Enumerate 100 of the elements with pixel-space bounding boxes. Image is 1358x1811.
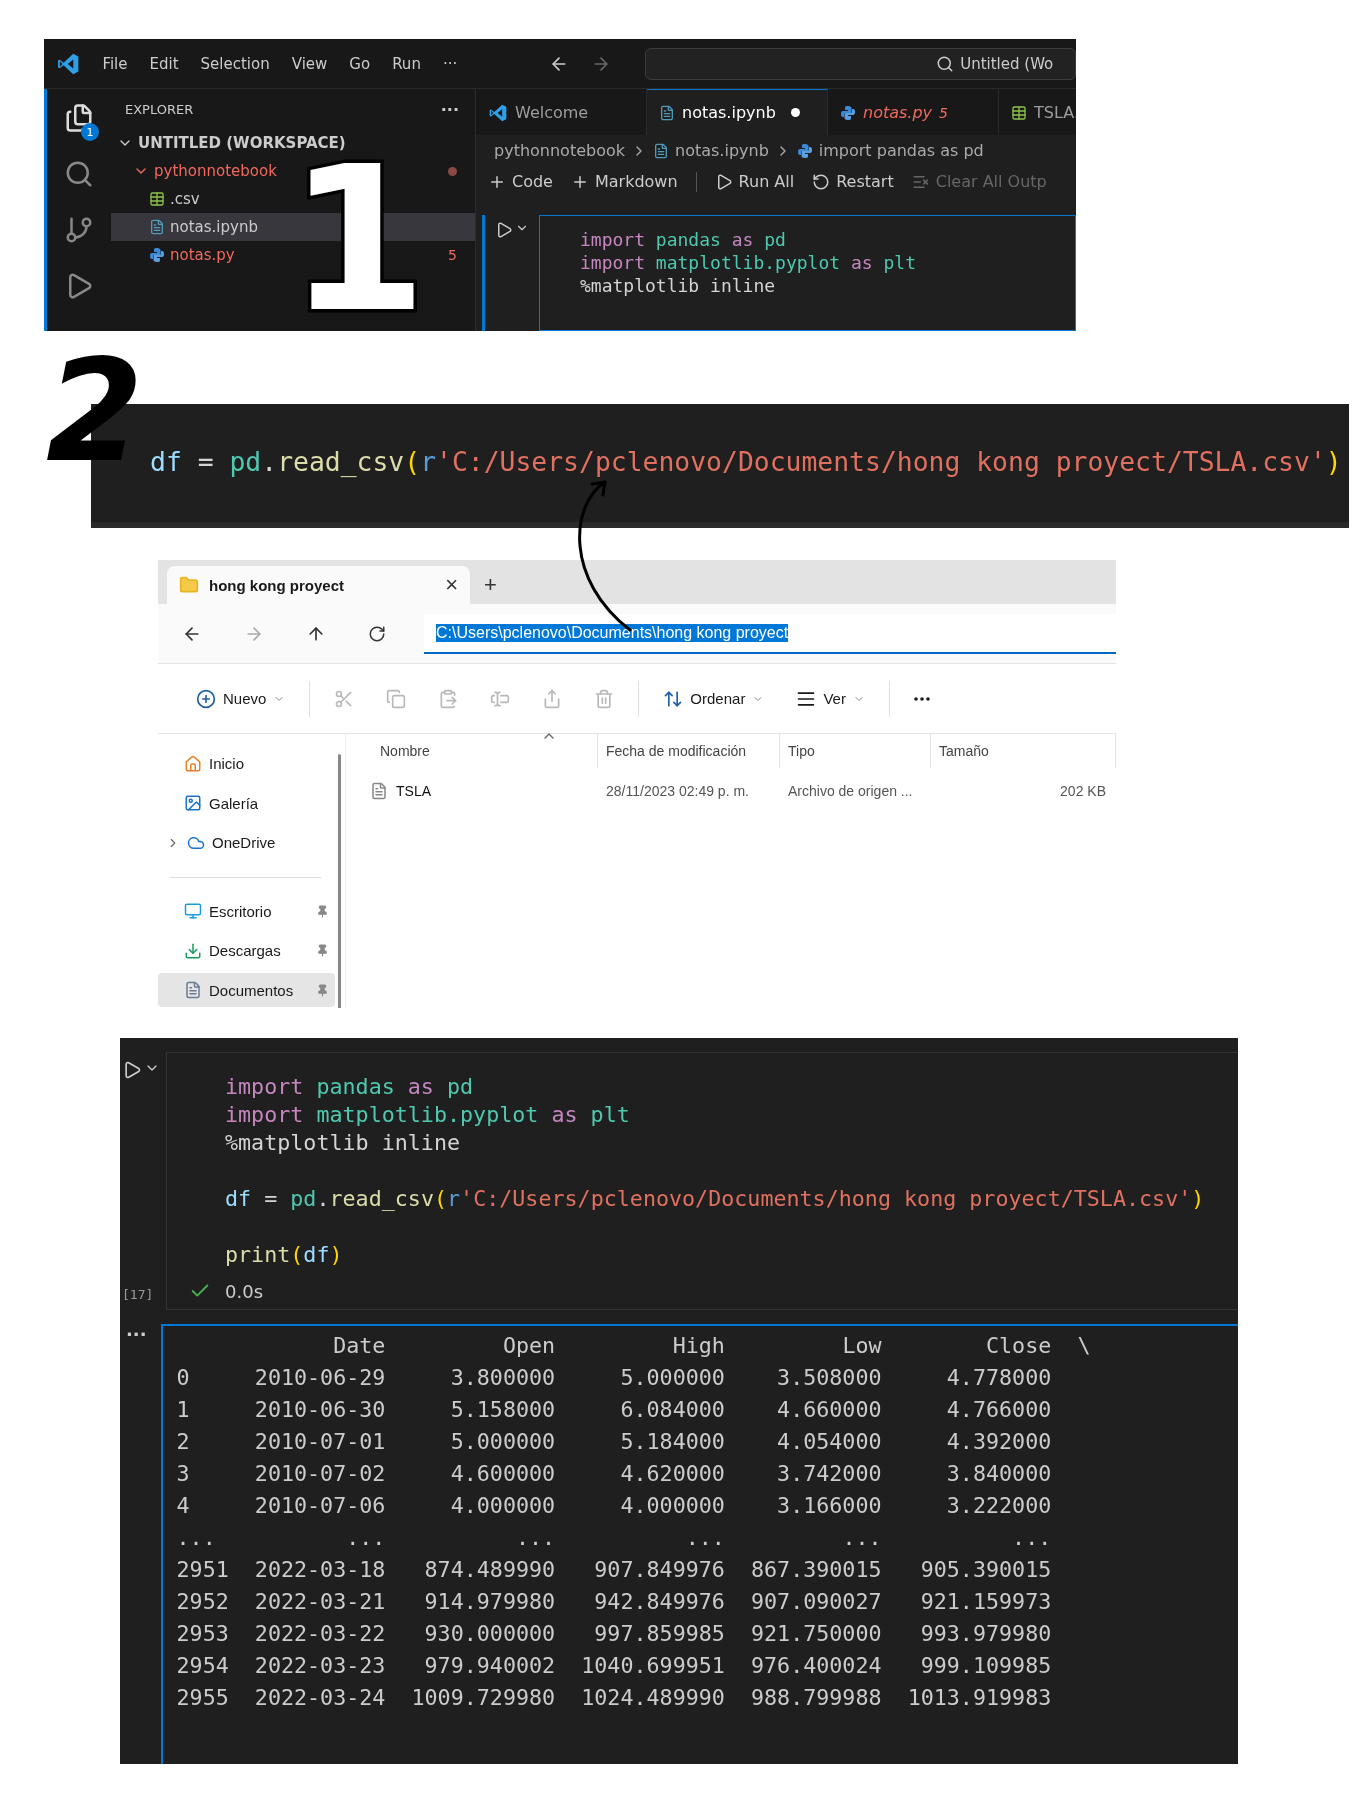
table-cell-text: 976.400024 [749, 1652, 882, 1680]
table-cell-text: ... [345, 1524, 386, 1552]
table-cell-text: 5.000000 [449, 1428, 556, 1456]
table-cell-text: 3.508000 [776, 1364, 882, 1392]
menu-item[interactable]: ··· [442, 54, 458, 73]
branch-icon[interactable] [64, 215, 94, 245]
table-cell-text: 4.766000 [945, 1396, 1052, 1424]
table-cell-text: 2022-03-22 [253, 1620, 386, 1648]
play-icon [122, 1060, 142, 1080]
file-name: .csv [170, 190, 200, 208]
menu-item[interactable]: Edit [149, 54, 179, 73]
pin-icon [316, 944, 329, 958]
table-cell-text: 2022-03-21 [253, 1588, 386, 1616]
column-header: \ [1076, 1332, 1091, 1360]
monitor-icon [184, 902, 202, 921]
table-cell-text: 2010-07-06 [253, 1492, 386, 1520]
column-header: Close [985, 1332, 1052, 1360]
code-line: df = pd.read_csv(r'C:/Users/pclenovo/Documents/hong kong proyect/TSLA.csv') [225, 1185, 1206, 1213]
table-cell-text: 3.742000 [776, 1460, 882, 1488]
new-button[interactable]: Nuevo [180, 678, 302, 719]
table-cell-text: 907.090027 [749, 1588, 882, 1616]
table-cell-text: 1040.699951 [580, 1652, 725, 1680]
table-cell-text: 2022-03-18 [253, 1556, 386, 1584]
table-cell-text: 5.158000 [449, 1396, 556, 1424]
row-index: 2 [176, 1428, 191, 1456]
close-button[interactable]: × [445, 572, 458, 598]
row-index: ... [176, 1524, 217, 1552]
home-icon [184, 754, 202, 773]
menu-item[interactable]: File [102, 54, 128, 73]
sidebar-item[interactable]: Galería [158, 786, 335, 820]
table-cell-text: ... [684, 1524, 725, 1552]
row-index: 2953 [176, 1620, 229, 1648]
toolbar-button[interactable]: Markdown [570, 172, 678, 192]
file-name: pythonnotebook [154, 162, 277, 180]
toolbar-button[interactable]: Restart [812, 172, 894, 192]
code-cell[interactable]: import pandas as pd import matplotlib.pyplot as plt %matplotlib inline [539, 215, 1076, 331]
file-name: notas.ipynb [170, 218, 258, 236]
table-cell-text: 1009.729980 [410, 1684, 556, 1712]
search-icon [936, 54, 955, 73]
column-header[interactable]: Nombre [346, 734, 598, 768]
share-icon [542, 688, 563, 709]
new-icon [196, 688, 216, 709]
search-icon[interactable] [64, 159, 94, 189]
notebook-file-icon [653, 142, 669, 159]
file-name: notas.py [170, 246, 235, 264]
delete-icon [594, 688, 615, 709]
column-header: Low [841, 1332, 882, 1360]
pin-icon [316, 904, 329, 918]
row-index: 3 [176, 1460, 191, 1488]
folder-icon [179, 575, 199, 595]
view-button[interactable]: Ver [780, 678, 881, 719]
breadcrumb[interactable]: import pandas as pd [796, 141, 984, 161]
table-cell-text: 5.000000 [619, 1364, 725, 1392]
address-field[interactable]: C:\Users\pclenovo\Documents\hong kong proyect [424, 613, 1116, 654]
sidebar-item[interactable]: Descargas [158, 934, 335, 968]
sidebar-item[interactable]: Documentos [158, 973, 335, 1007]
table-cell-text: 2010-06-30 [253, 1396, 386, 1424]
code-line: import pandas as pd [580, 228, 787, 252]
code-cell[interactable]: import pandas as pd import matplotlib.pyplot as plt %matplotlib inline df = pd.read_csv(r'C:/Users/pclenovo/Documents/hong kong proyect/TSLA.csv') print(df) 0.0s [166, 1052, 1238, 1310]
editor-tab[interactable]: notas.ipynb [647, 89, 828, 136]
table-cell-text: 3.800000 [449, 1364, 556, 1392]
output-menu-button[interactable]: ··· [126, 1324, 147, 1346]
window-tab[interactable]: hong kong proyect × [167, 566, 470, 604]
code-line: import pandas as pd [225, 1073, 475, 1101]
workspace-name: UNTITLED (WORKSPACE) [138, 134, 346, 152]
column-header[interactable]: Tipo [780, 734, 931, 768]
table-cell-text: 921.750000 [749, 1620, 882, 1648]
row-index: 0 [176, 1364, 191, 1392]
sidebar-item[interactable]: OneDrive [158, 826, 335, 860]
sidebar-item[interactable]: Escritorio [158, 894, 335, 928]
table-cell-text: 6.084000 [619, 1396, 725, 1424]
new-tab-button[interactable]: + [484, 572, 497, 598]
table-cell-text: 3.222000 [945, 1492, 1052, 1520]
python-file-icon [840, 104, 856, 121]
column-header[interactable]: Tamaño [931, 734, 1116, 768]
type-cell-text: Archivo de origen ... [787, 783, 913, 799]
refresh-icon[interactable] [368, 624, 386, 643]
sort-button[interactable]: Ordenar [647, 678, 781, 719]
toolbar-button[interactable]: Code [488, 172, 553, 192]
problem-count: 5 [448, 247, 457, 263]
breadcrumb[interactable]: pythonnotebook [494, 141, 625, 161]
date-cell-text: 28/11/2023 02:49 p. m. [605, 783, 749, 799]
run-duration: 0.0s [225, 1280, 263, 1302]
column-header[interactable]: Fecha de modificación [598, 734, 780, 768]
search-field[interactable]: Untitled (Wo [645, 47, 1076, 80]
code-line: import matplotlib.pyplot as plt [580, 251, 917, 275]
sidebar-item[interactable]: Inicio [158, 747, 335, 781]
menu-item[interactable]: View [291, 54, 328, 73]
menu-item[interactable]: Run [392, 54, 421, 73]
table-cell-text: 993.979980 [919, 1620, 1052, 1648]
more-button[interactable]: ··· [440, 99, 459, 119]
table-file-icon [149, 191, 165, 207]
file-row[interactable]: TSLA 28/11/2023 02:49 p. m. Archivo de origen ... 202 KB [346, 774, 1116, 808]
notebook-file-icon [659, 104, 675, 121]
notebook-file-icon [149, 219, 165, 235]
breadcrumb[interactable]: notas.ipynb [653, 141, 769, 161]
table-cell-text: 921.159973 [919, 1588, 1052, 1616]
toolbar-button[interactable]: Run All [714, 172, 795, 192]
menu-item[interactable]: Selection [200, 54, 270, 73]
menu-item[interactable]: Go [349, 54, 371, 73]
